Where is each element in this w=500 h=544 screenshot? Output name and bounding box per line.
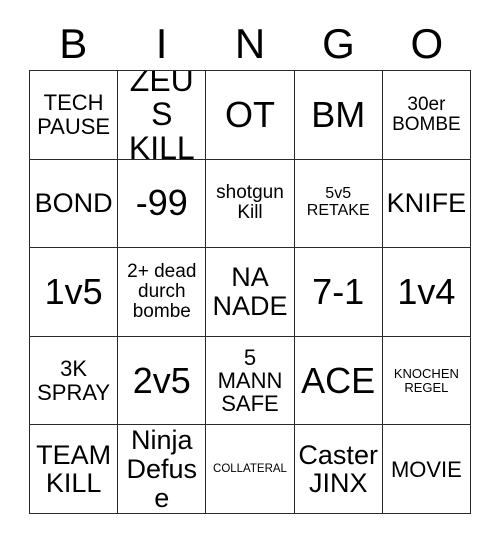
bingo-cell[interactable]: ZEUS KILL [118,71,207,160]
bingo-cell-label: -99 [135,182,188,224]
bingo-cell[interactable]: 5 MANN SAFE [206,336,295,426]
bingo-cell-label: NA NADE [212,262,288,321]
bingo-header-letter-b: B [59,20,88,67]
bingo-cell-label: KNOCHEN REGEL [393,365,459,395]
bingo-header-row: B I N G O [29,18,471,70]
bingo-cell-label: 5v5 RETAKE [306,185,370,220]
bingo-cell-label: ACE [301,359,376,401]
bingo-cell[interactable]: NA NADE [206,248,295,337]
bingo-header-letter-o: O [410,20,444,67]
bingo-cell[interactable]: KNOCHEN REGEL [382,336,471,426]
bingo-cell[interactable]: TEAM KILL [30,425,119,514]
bingo-cell[interactable]: 30er BOMBE [382,71,471,160]
bingo-cell[interactable]: KNIFE [382,159,471,249]
bingo-header-letter-g: G [322,20,355,67]
bingo-cell-label: 1v5 [44,270,103,312]
bingo-cell[interactable]: 1v5 [30,248,119,337]
bingo-cell-label: BM [311,93,366,135]
bingo-cell[interactable]: OT [206,71,295,160]
bingo-cell-label: BOND [34,188,113,219]
bingo-header-letter-n: N [234,20,266,67]
bingo-cell-label: 5 MANN SAFE [217,344,283,417]
bingo-cell[interactable]: 3K SPRAY [30,336,119,426]
bingo-cell-label: shotgun Kill [216,182,284,224]
bingo-cell[interactable]: 2+ dead durch bombe [118,248,207,337]
bingo-cell[interactable]: 2v5 [118,336,207,426]
bingo-cell-label: Caster JINX [298,439,378,499]
bingo-cell[interactable]: 7-1 [294,248,383,337]
bingo-cell-label: COLLATERAL [213,463,287,476]
bingo-cell-label: Ninja Defuse [126,425,198,513]
bingo-card: B I N G O TECH PAUSE ZEUS KILL OT BM 30er BO… [0,0,500,544]
bingo-cell[interactable]: BOND [30,159,119,249]
bingo-cell[interactable]: -99 [118,159,207,249]
bingo-cell-label: 2+ dead durch bombe [127,260,197,323]
bingo-cell-label: 30er BOMBE [392,93,461,135]
bingo-cell-label: MOVIE [390,456,462,482]
bingo-cell[interactable]: COLLATERAL [206,425,295,514]
bingo-header-letter-i: I [155,20,168,67]
bingo-cell-label: KNIFE [386,188,467,219]
bingo-cell[interactable]: MOVIE [382,425,471,514]
bingo-cell-label: 7-1 [312,270,365,312]
bingo-cell-label: TEAM KILL [36,439,112,499]
bingo-cell[interactable]: Ninja Defuse [118,425,207,514]
bingo-cell[interactable]: 1v4 [382,248,471,337]
bingo-cell-label: 2v5 [132,359,191,401]
bingo-cell[interactable]: TECH PAUSE [30,71,119,160]
bingo-cell[interactable]: shotgun Kill [206,159,295,249]
bingo-cell[interactable]: Caster JINX [294,425,383,514]
bingo-cell[interactable]: BM [294,71,383,160]
bingo-cell[interactable]: 5v5 RETAKE [294,159,383,249]
bingo-cell-label: ZEUS KILL [128,71,195,160]
bingo-cell-label: 1v4 [397,270,456,312]
bingo-grid: TECH PAUSE ZEUS KILL OT BM 30er BOMBE BOND -99… [29,70,471,514]
bingo-cell-label: TECH PAUSE [37,90,111,139]
bingo-cell-label: 3K SPRAY [37,356,111,405]
bingo-cell[interactable]: ACE [294,336,383,426]
bingo-cell-label: OT [224,93,275,135]
